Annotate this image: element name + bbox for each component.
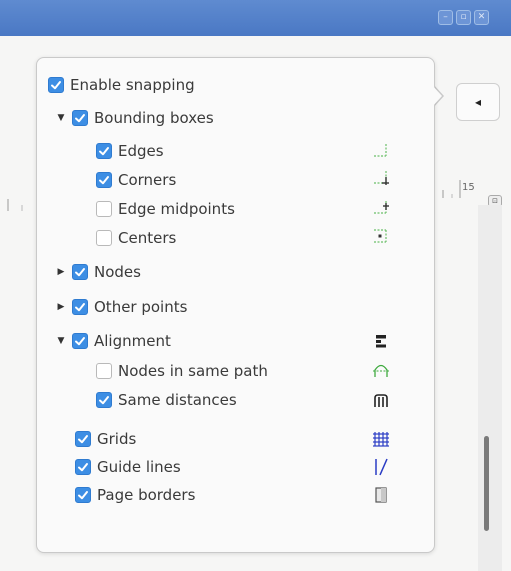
nodes-label: Nodes bbox=[94, 263, 141, 281]
nodes-same-path-row[interactable]: Nodes in same path bbox=[96, 360, 268, 382]
bbox-edge-icon bbox=[374, 144, 387, 157]
close-button[interactable]: ✕ bbox=[474, 10, 489, 25]
bbox-corner-icon bbox=[374, 171, 389, 185]
alignment-row[interactable]: ▼ Alignment bbox=[56, 330, 171, 352]
collapsed-arrow-icon[interactable]: ▶ bbox=[56, 302, 66, 312]
grid-icon bbox=[373, 432, 389, 447]
bounding-boxes-label: Bounding boxes bbox=[94, 109, 214, 127]
bbox-edge-midpoint-icon bbox=[374, 201, 389, 214]
other-points-row[interactable]: ▶ Other points bbox=[56, 296, 188, 318]
same-distances-label: Same distances bbox=[118, 391, 237, 409]
bbox-edge-midpoints-label: Edge midpoints bbox=[118, 200, 235, 218]
nodes-checkbox[interactable] bbox=[72, 264, 88, 280]
path-nodes-icon bbox=[373, 364, 389, 377]
vertical-scrollbar[interactable] bbox=[478, 205, 502, 571]
maximize-button[interactable]: ▫ bbox=[456, 10, 471, 25]
bbox-corners-checkbox[interactable] bbox=[96, 172, 112, 188]
collapse-button[interactable]: ◂ bbox=[456, 83, 500, 121]
bbox-centers-label: Centers bbox=[118, 229, 177, 247]
other-points-checkbox[interactable] bbox=[72, 299, 88, 315]
bbox-center-icon bbox=[374, 229, 387, 243]
nodes-same-path-label: Nodes in same path bbox=[118, 362, 268, 380]
popover-arrow-fill bbox=[432, 85, 442, 107]
alignment-label: Alignment bbox=[94, 332, 171, 350]
other-points-label: Other points bbox=[94, 298, 188, 316]
grids-label: Grids bbox=[97, 430, 137, 448]
window-titlebar: – ▫ ✕ bbox=[0, 0, 511, 36]
nodes-row[interactable]: ▶ Nodes bbox=[56, 261, 141, 283]
bbox-edge-midpoints-checkbox[interactable] bbox=[96, 201, 112, 217]
page-icon bbox=[375, 487, 387, 503]
same-distances-checkbox[interactable] bbox=[96, 392, 112, 408]
bounding-boxes-row[interactable]: ▼ Bounding boxes bbox=[56, 107, 214, 129]
alignment-checkbox[interactable] bbox=[72, 333, 88, 349]
bbox-edges-checkbox[interactable] bbox=[96, 143, 112, 159]
bbox-edge-midpoints-row[interactable]: Edge midpoints bbox=[96, 198, 235, 220]
bbox-corners-row[interactable]: Corners bbox=[96, 169, 176, 191]
expanded-arrow-icon[interactable]: ▼ bbox=[56, 336, 66, 346]
distances-icon bbox=[374, 394, 388, 407]
alignment-icon bbox=[376, 335, 386, 348]
grids-checkbox[interactable] bbox=[75, 431, 91, 447]
guide-lines-row[interactable]: Guide lines bbox=[75, 456, 181, 478]
bbox-edges-label: Edges bbox=[118, 142, 164, 160]
bounding-boxes-checkbox[interactable] bbox=[72, 110, 88, 126]
bbox-corners-label: Corners bbox=[118, 171, 177, 189]
scrollbar-thumb[interactable] bbox=[484, 436, 489, 531]
enable-snapping-label: Enable snapping bbox=[70, 76, 195, 94]
enable-snapping-row[interactable]: Enable snapping bbox=[48, 74, 195, 96]
page-borders-row[interactable]: Page borders bbox=[75, 484, 195, 506]
guide-lines-label: Guide lines bbox=[97, 458, 181, 476]
same-distances-row[interactable]: Same distances bbox=[96, 389, 237, 411]
grids-row[interactable]: Grids bbox=[75, 428, 136, 450]
bbox-centers-row[interactable]: Centers bbox=[96, 227, 176, 249]
page-borders-checkbox[interactable] bbox=[75, 487, 91, 503]
minimize-button[interactable]: – bbox=[438, 10, 453, 25]
expanded-arrow-icon[interactable]: ▼ bbox=[56, 113, 66, 123]
nodes-same-path-checkbox[interactable] bbox=[96, 363, 112, 379]
ruler-number: 15 bbox=[462, 182, 475, 193]
ruler-left-fragment bbox=[7, 199, 23, 211]
enable-snapping-checkbox[interactable] bbox=[48, 77, 64, 93]
collapsed-arrow-icon[interactable]: ▶ bbox=[56, 267, 66, 277]
bbox-edges-row[interactable]: Edges bbox=[96, 140, 164, 162]
guide-icon bbox=[375, 458, 388, 476]
guide-lines-checkbox[interactable] bbox=[75, 459, 91, 475]
bbox-centers-checkbox[interactable] bbox=[96, 230, 112, 246]
page-borders-label: Page borders bbox=[97, 486, 196, 504]
